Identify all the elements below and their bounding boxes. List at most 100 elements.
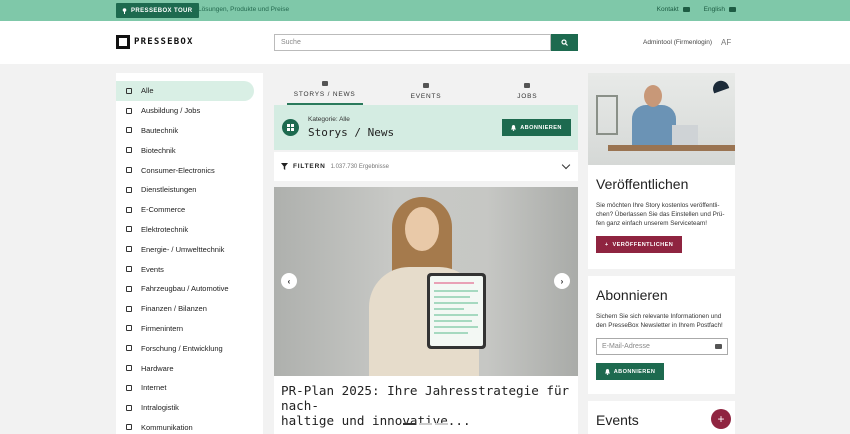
sidebar-item-firmenintern[interactable]: Firmenintern	[116, 319, 254, 339]
category-label: Kategorie: Alle	[308, 116, 350, 123]
tab-jobs[interactable]: JOBS	[489, 73, 565, 105]
plus-icon: +	[604, 241, 609, 248]
publish-text-line: fen ganz einfach unserem Serviceteam!	[596, 220, 707, 227]
publish-text: Sie möchten Ihre Story kostenlos veröffe…	[596, 201, 727, 228]
man-figure	[632, 105, 676, 145]
chevron-down-icon[interactable]	[561, 160, 571, 170]
sidebar-item-label: Kommunikation	[141, 422, 193, 432]
sidebar-item-fahrzeugbau[interactable]: Fahrzeugbau / Automotive	[116, 279, 254, 299]
carousel-prev-button[interactable]: ‹	[281, 273, 297, 289]
publish-card: Veröffentlichen Sie möchten Ihre Story k…	[588, 165, 735, 269]
logo-text: PRESSEBOX	[134, 37, 194, 47]
plus-icon: +	[717, 412, 725, 426]
email-input[interactable]: E-Mail-Adresse	[596, 338, 728, 355]
energy-icon	[126, 246, 132, 253]
login-link[interactable]: Admintool (Firmenlogin)	[643, 39, 712, 46]
category-sidebar: Alle Ausbildung / Jobs Bautechnik Biotec…	[116, 73, 263, 434]
email-placeholder: E-Mail-Adresse	[602, 343, 650, 350]
tab-label: EVENTS	[410, 93, 442, 100]
lamp-icon	[710, 78, 730, 94]
sidebar-item-forschung[interactable]: Forschung / Entwicklung	[116, 338, 254, 358]
language-label: English	[703, 6, 725, 13]
sidebar-item-bautechnik[interactable]: Bautechnik	[116, 121, 254, 141]
shelf-illustration	[596, 95, 618, 135]
sidebar-item-label: Energie- / Umwelttechnik	[141, 244, 225, 254]
sidebar-item-finanzen[interactable]: Finanzen / Bilanzen	[116, 299, 254, 319]
contact-link[interactable]: Kontakt	[657, 6, 690, 13]
sidebar-item-consumer-electronics[interactable]: Consumer-Electronics	[116, 160, 254, 180]
carousel-dot[interactable]	[419, 423, 432, 425]
carousel-dot[interactable]	[403, 423, 416, 425]
publish-promo-image	[588, 73, 735, 165]
sidebar-item-biotechnik[interactable]: Biotechnik	[116, 140, 254, 160]
sidebar-item-elektrotechnik[interactable]: Elektrotechnik	[116, 220, 254, 240]
filter-bar[interactable]: FILTERN 1.037.730 Ergebnisse	[274, 152, 578, 181]
tour-label: PRESSEBOX TOUR	[131, 7, 193, 14]
newsletter-subscribe-button[interactable]: ABONNIEREN	[596, 363, 664, 380]
pressebox-tour-button[interactable]: PRESSEBOX TOUR	[116, 3, 199, 18]
subscribe-button-label: ABONNIEREN	[613, 368, 656, 375]
hero-caption[interactable]: PR-Plan 2025: Ihre Jahresstrategie für n…	[274, 376, 578, 434]
tour-tagline-link[interactable]: Lösungen, Produkte und Preise	[198, 6, 289, 13]
chat-icon	[126, 424, 132, 431]
sidebar-item-label: Biotechnik	[141, 145, 176, 155]
subscribe-label: ABONNIEREN	[520, 124, 562, 131]
sidebar-item-alle[interactable]: Alle	[116, 81, 254, 101]
sidebar-item-events[interactable]: Events	[116, 259, 254, 279]
lightning-icon	[126, 226, 132, 233]
contact-label: Kontakt	[656, 6, 679, 13]
tab-events[interactable]: EVENTS	[388, 73, 464, 105]
carousel-next-button[interactable]: ›	[554, 273, 570, 289]
hero-carousel-image[interactable]: ‹ ›	[274, 187, 578, 376]
grid-icon	[126, 87, 132, 94]
bell-icon	[511, 124, 517, 131]
man-head	[644, 85, 662, 107]
sidebar-item-energie[interactable]: Energie- / Umwelttechnik	[116, 239, 254, 259]
devices-icon	[126, 167, 132, 174]
sidebar-item-hardware[interactable]: Hardware	[116, 358, 254, 378]
carousel-dot[interactable]	[435, 423, 448, 425]
subscribe-category-button[interactable]: ABONNIEREN	[502, 119, 571, 136]
calendar-icon	[422, 83, 429, 88]
laptop-illustration	[672, 125, 698, 145]
sidebar-item-label: Bautechnik	[141, 125, 179, 135]
sidebar-item-kommunikation[interactable]: Kommunikation	[116, 418, 254, 434]
tab-label: STORYS / NEWS	[293, 91, 356, 98]
search-input[interactable]: Suche	[274, 34, 551, 51]
subscribe-title: Abonnieren	[596, 287, 668, 303]
sidebar-item-label: Intralogistik	[141, 403, 179, 413]
filter-icon	[281, 163, 288, 170]
sidebar-item-intralogistik[interactable]: Intralogistik	[116, 398, 254, 418]
sidebar-item-label: Elektrotechnik	[141, 224, 189, 234]
construction-icon	[126, 127, 132, 134]
chevron-left-icon: ‹	[287, 276, 291, 286]
language-link[interactable]: English	[704, 6, 736, 13]
car-icon	[126, 285, 132, 292]
subscribe-text: Sichern Sie sich relevante Informationen…	[596, 312, 727, 330]
sidebar-item-label: Events	[141, 264, 164, 274]
mail-icon	[715, 344, 722, 349]
publish-title: Veröffentlichen	[596, 176, 689, 192]
sidebar-item-ausbildung[interactable]: Ausbildung / Jobs	[116, 101, 254, 121]
tab-label: JOBS	[517, 93, 538, 100]
bell-icon	[604, 368, 610, 375]
sidebar-item-dienstleistungen[interactable]: Dienstleistungen	[116, 180, 254, 200]
carousel-indicators	[403, 423, 448, 425]
sidebar-item-internet[interactable]: Internet	[116, 378, 254, 398]
building-icon	[126, 325, 132, 332]
forklift-icon	[126, 404, 132, 411]
logo[interactable]: PRESSEBOX	[116, 35, 194, 49]
search-button[interactable]	[551, 34, 578, 51]
sidebar-item-e-commerce[interactable]: E-Commerce	[116, 200, 254, 220]
category-header: Kategorie: Alle Storys / News ABONNIEREN	[274, 105, 578, 150]
chip-icon	[126, 365, 132, 372]
tab-storys-news[interactable]: STORYS / NEWS	[286, 73, 363, 105]
result-count: 1.037.730 Ergebnisse	[330, 163, 389, 170]
add-event-button[interactable]: +	[711, 409, 731, 429]
user-avatar[interactable]: AF	[721, 38, 731, 47]
news-icon	[321, 81, 328, 86]
tablet-illustration	[427, 273, 486, 349]
briefcase-icon	[524, 83, 531, 88]
publish-text-line: Sie möchten Ihre Story kostenlos veröffe…	[596, 202, 720, 209]
publish-button[interactable]: + VERÖFFENTLICHEN	[596, 236, 682, 253]
